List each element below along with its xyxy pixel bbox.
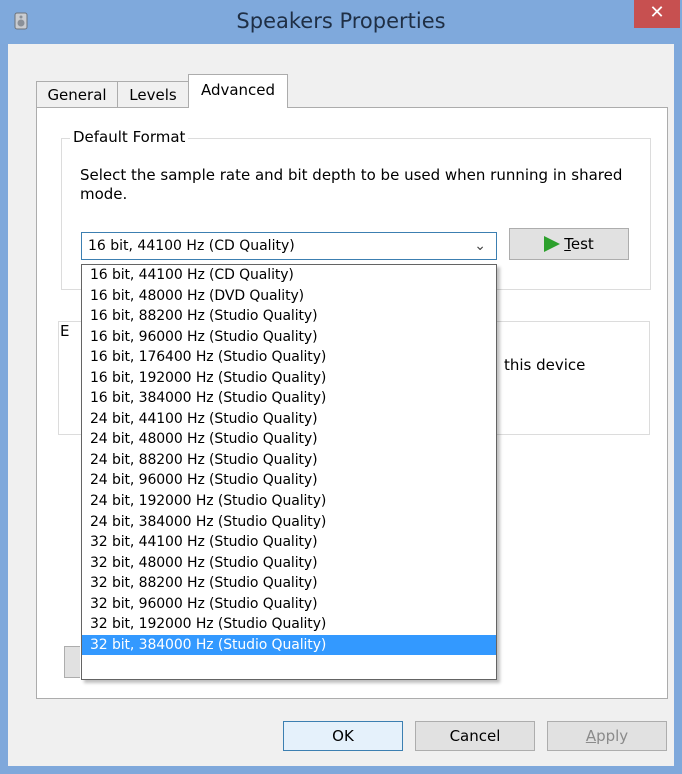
cancel-button[interactable]: Cancel — [415, 721, 535, 751]
dropdown-option[interactable]: 16 bit, 96000 Hz (Studio Quality) — [82, 327, 496, 348]
sample-rate-dropdown-list[interactable]: 16 bit, 44100 Hz (CD Quality) 16 bit, 48… — [81, 264, 497, 680]
test-label-accesskey: T — [564, 235, 571, 253]
test-label: est — [570, 235, 594, 253]
apply-button[interactable]: Apply — [547, 721, 667, 751]
play-icon — [544, 236, 561, 252]
dropdown-option[interactable]: 32 bit, 88200 Hz (Studio Quality) — [82, 573, 496, 594]
dropdown-option[interactable]: 16 bit, 44100 Hz (CD Quality) — [82, 265, 496, 286]
close-button[interactable]: ✕ — [634, 0, 680, 28]
window-title: Speakers Properties — [236, 9, 446, 33]
dropdown-option[interactable]: 24 bit, 96000 Hz (Studio Quality) — [82, 470, 496, 491]
tab-general[interactable]: General — [36, 81, 118, 107]
default-format-select[interactable]: 16 bit, 44100 Hz (CD Quality) ⌄ — [81, 232, 497, 260]
restore-defaults-button-fragment[interactable] — [64, 646, 80, 678]
dropdown-option[interactable]: 24 bit, 44100 Hz (Studio Quality) — [82, 409, 496, 430]
exclusive-mode-group-title-fragment: E — [60, 322, 70, 340]
test-button[interactable]: Test — [509, 228, 629, 260]
dropdown-option[interactable]: 16 bit, 384000 Hz (Studio Quality) — [82, 388, 496, 409]
exclusive-mode-option-fragment: this device — [504, 356, 586, 374]
dropdown-option[interactable]: 32 bit, 192000 Hz (Studio Quality) — [82, 614, 496, 635]
default-format-description: Select the sample rate and bit depth to … — [80, 166, 623, 203]
dropdown-option[interactable]: 32 bit, 44100 Hz (Studio Quality) — [82, 532, 496, 553]
dropdown-option[interactable]: 24 bit, 384000 Hz (Studio Quality) — [82, 512, 496, 533]
dropdown-option[interactable]: 32 bit, 96000 Hz (Studio Quality) — [82, 594, 496, 615]
default-format-title: Default Format — [70, 128, 189, 146]
dropdown-option[interactable]: 24 bit, 88200 Hz (Studio Quality) — [82, 450, 496, 471]
dropdown-option[interactable]: 16 bit, 88200 Hz (Studio Quality) — [82, 306, 496, 327]
dropdown-option[interactable]: 24 bit, 192000 Hz (Studio Quality) — [82, 491, 496, 512]
apply-label: pply — [596, 727, 629, 745]
dropdown-option[interactable]: 24 bit, 48000 Hz (Studio Quality) — [82, 429, 496, 450]
default-format-select-value: 16 bit, 44100 Hz (CD Quality) — [88, 238, 295, 254]
dropdown-option[interactable]: 32 bit, 48000 Hz (Studio Quality) — [82, 553, 496, 574]
tab-advanced[interactable]: Advanced — [188, 74, 288, 108]
apply-label-accesskey: A — [585, 727, 597, 745]
dropdown-option[interactable]: 16 bit, 48000 Hz (DVD Quality) — [82, 286, 496, 307]
title-bar[interactable]: Speakers Properties ✕ — [0, 0, 682, 44]
dropdown-option-highlighted[interactable]: 32 bit, 384000 Hz (Studio Quality) — [82, 634, 496, 656]
speakers-properties-window: Speakers Properties ✕ General Levels Adv… — [0, 0, 682, 774]
chevron-down-icon[interactable]: ⌄ — [474, 233, 486, 259]
tab-levels[interactable]: Levels — [117, 81, 189, 107]
dropdown-option[interactable]: 16 bit, 192000 Hz (Studio Quality) — [82, 368, 496, 389]
dropdown-option[interactable]: 16 bit, 176400 Hz (Studio Quality) — [82, 347, 496, 368]
ok-button[interactable]: OK — [283, 721, 403, 751]
